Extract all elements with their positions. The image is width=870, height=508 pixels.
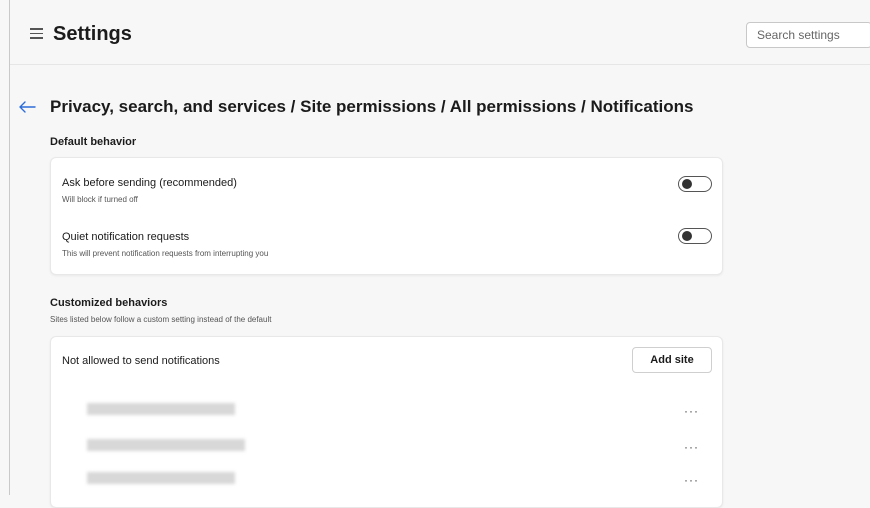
redacted-site-url: [87, 472, 235, 484]
more-options-icon[interactable]: ···: [684, 440, 699, 454]
window-left-border: [9, 0, 10, 495]
site-row: ···: [51, 465, 722, 495]
hamburger-menu-icon[interactable]: [30, 28, 43, 39]
quiet-requests-description: This will prevent notification requests …: [62, 249, 269, 258]
default-behavior-heading: Default behavior: [50, 136, 137, 148]
search-input[interactable]: [746, 22, 870, 48]
ask-before-sending-description: Will block if turned off: [62, 195, 138, 204]
default-behavior-card: Ask before sending (recommended) Will bl…: [50, 157, 723, 275]
breadcrumb: Privacy, search, and services / Site per…: [50, 97, 694, 116]
quiet-requests-toggle[interactable]: [678, 228, 712, 244]
more-options-icon[interactable]: ···: [684, 404, 699, 418]
redacted-site-url: [87, 403, 235, 415]
customized-behaviors-subheading: Sites listed below follow a custom setti…: [50, 315, 272, 324]
site-row: ···: [51, 396, 722, 426]
toggle-knob: [682, 231, 692, 241]
redacted-site-url: [87, 439, 245, 451]
customized-behaviors-heading: Customized behaviors: [50, 297, 168, 309]
settings-header: Settings: [10, 0, 870, 65]
page-title: Settings: [53, 23, 132, 45]
blocked-sites-card: Not allowed to send notifications Add si…: [50, 336, 723, 508]
ask-before-sending-label: Ask before sending (recommended): [62, 177, 237, 189]
add-site-button[interactable]: Add site: [632, 347, 712, 373]
blocked-list-title: Not allowed to send notifications: [62, 355, 220, 367]
quiet-requests-label: Quiet notification requests: [62, 231, 190, 243]
site-row: ···: [51, 432, 722, 462]
ask-before-sending-toggle[interactable]: [678, 176, 712, 192]
more-options-icon[interactable]: ···: [684, 473, 699, 487]
back-arrow-icon[interactable]: [18, 100, 36, 114]
toggle-knob: [682, 179, 692, 189]
